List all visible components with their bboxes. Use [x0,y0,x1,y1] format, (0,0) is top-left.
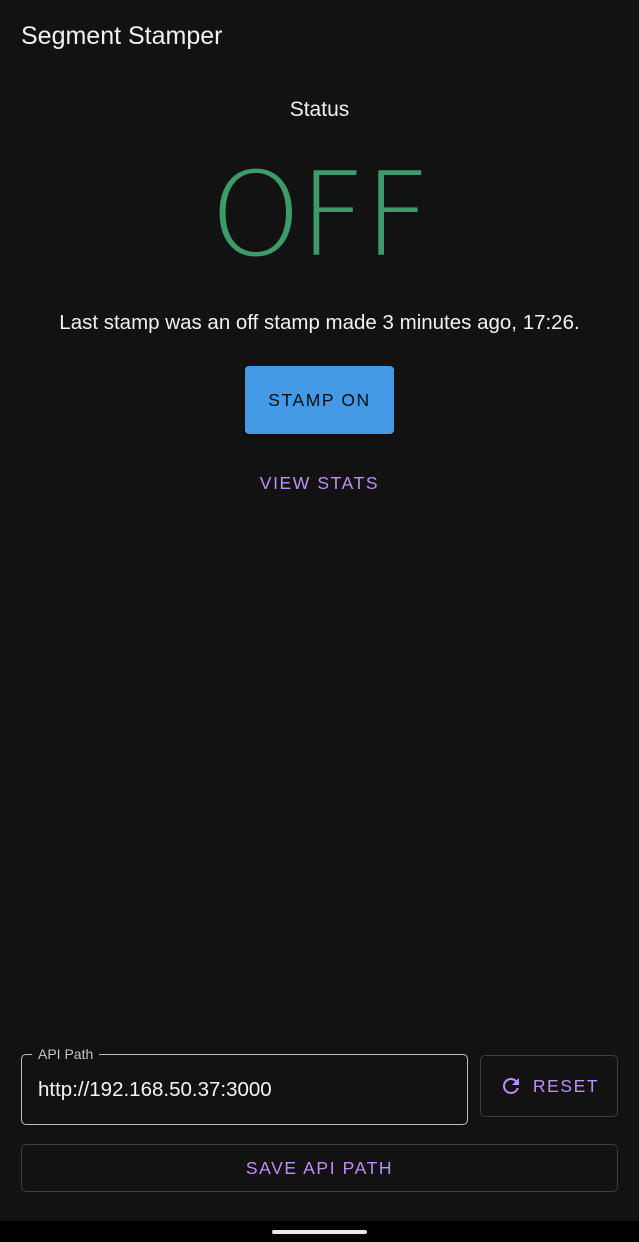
api-path-field[interactable]: API Path http://192.168.50.37:3000 [21,1045,468,1125]
last-stamp-text: Last stamp was an off stamp made 3 minut… [59,311,580,334]
reset-button-label: RESET [532,1075,600,1096]
view-stats-button[interactable]: VIEW STATS [0,473,639,494]
stamp-on-button[interactable]: STAMP ON [245,366,394,434]
home-indicator[interactable] [272,1230,367,1234]
reset-button[interactable]: RESET [480,1055,618,1117]
status-value: OFF [210,148,431,283]
save-api-path-button[interactable]: SAVE API PATH [21,1144,618,1192]
app-title: Segment Stamper [21,22,223,50]
system-navigation-bar [0,1221,639,1242]
stamp-on-button-label: STAMP ON [268,389,371,410]
save-api-path-button-label: SAVE API PATH [245,1157,394,1178]
status-label: Status [289,98,350,121]
api-path-input[interactable]: http://192.168.50.37:3000 [38,1055,458,1124]
refresh-icon [499,1074,523,1098]
